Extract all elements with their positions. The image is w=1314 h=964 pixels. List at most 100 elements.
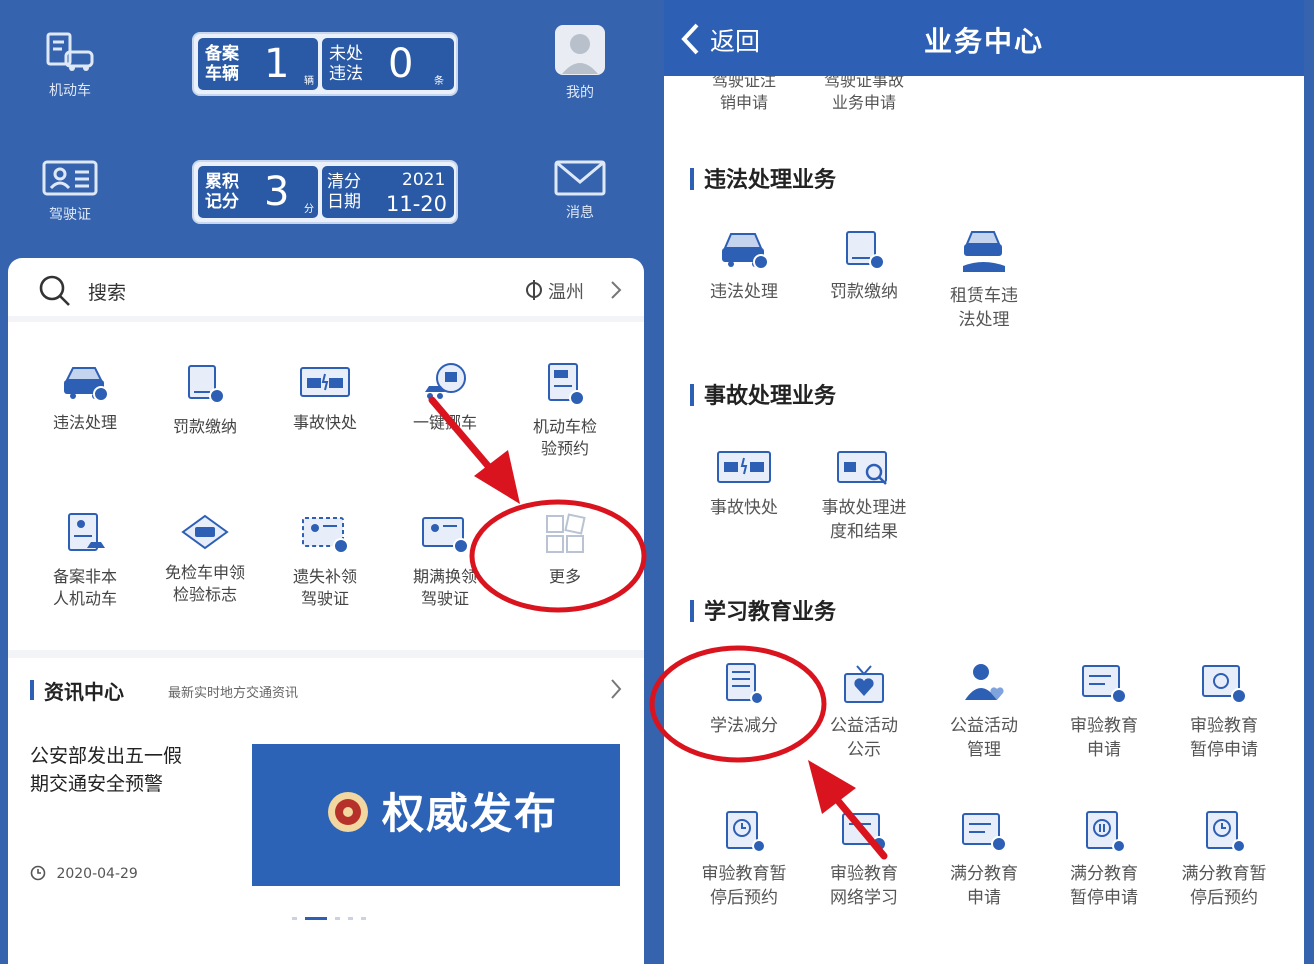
register-vehicle-icon — [68, 513, 105, 551]
service-accident-progress[interactable]: 事故处理进 度和结果 — [804, 448, 924, 544]
grid-item-lost-license[interactable]: 遗失补领 驾驶证 — [270, 512, 380, 610]
carousel-dot — [361, 917, 366, 920]
grid-item-fine-payment[interactable]: 罚款缴纳 — [150, 362, 260, 438]
clear-date-label: 清分日期 — [327, 172, 361, 212]
section-title-violation: 违法处理业务 — [690, 162, 836, 194]
city-selector[interactable]: 温州 — [548, 278, 584, 304]
police-emblem-icon — [328, 792, 368, 832]
car-icon — [64, 367, 109, 402]
clear-date-year: 2021 — [402, 170, 446, 190]
section-bar — [690, 384, 694, 406]
section-bar — [690, 600, 694, 622]
service-public-welfare-manage[interactable]: 公益活动 管理 — [924, 662, 1044, 762]
grid-label-2: 罚款缴纳 — [172, 417, 237, 436]
pending-violations-unit: 条 — [434, 76, 444, 87]
service-review-education-apply[interactable]: 审验教育 申请 — [1044, 662, 1164, 762]
grid-item-renew-license[interactable]: 期满换领 驾驶证 — [390, 512, 500, 610]
grid-item-move-car[interactable]: 一键挪车 — [390, 362, 500, 434]
license-entry[interactable]: 驾驶证 — [30, 160, 110, 224]
accident-search-icon — [837, 451, 887, 485]
service-review-online-study[interactable]: 审验教育 网络学习 — [804, 810, 924, 910]
news-banner[interactable]: 权威发布 — [252, 744, 620, 886]
chevron-right-icon[interactable] — [610, 280, 622, 300]
service-study-reduce-points[interactable]: 学法减分 — [684, 662, 804, 738]
search-icon — [39, 275, 70, 306]
grid-item-register-vehicle[interactable]: 备案非本 人机动车 — [30, 512, 140, 610]
clear-date-day: 11-20 — [386, 192, 448, 216]
news-headline-line2: 期交通安全预警 — [30, 773, 164, 795]
grid-item-inspection-booking[interactable]: 机动车检 验预约 — [510, 362, 620, 460]
service-full-score-education-apply[interactable]: 满分教育 申请 — [924, 810, 1044, 910]
online-study-icon — [842, 813, 887, 852]
service-fine-payment[interactable]: 罚款缴纳 — [804, 228, 924, 304]
registered-vehicles-unit: 辆 — [304, 76, 314, 87]
plate-segment-violations: 未处违法 0 条 — [322, 38, 454, 90]
grid-item-exempt-sticker[interactable]: 免检车申领 检验标志 — [150, 512, 260, 606]
section-title-accident: 事故处理业务 — [690, 378, 836, 410]
service-public-welfare-notice[interactable]: 公益活动 公示 — [804, 662, 924, 762]
news-title: 资讯中心 — [44, 680, 124, 704]
service-review-education-suspend[interactable]: 审验教育 暂停申请 — [1164, 662, 1284, 762]
service-label-2: 网络学习 — [830, 888, 898, 908]
review-pause-icon — [1202, 665, 1247, 704]
grid-label-9: 期满换领 — [412, 567, 477, 586]
chevron-right-icon[interactable] — [610, 678, 622, 700]
vehicle-entry[interactable]: 机动车 — [30, 30, 110, 100]
service-label: 事故快处 — [710, 498, 778, 518]
grid-item-more[interactable]: 更多 — [510, 512, 620, 588]
service-full-score-education-suspend[interactable]: 满分教育 暂停申请 — [1044, 810, 1164, 910]
service-full-score-after-suspend-booking[interactable]: 满分教育暂 停后预约 — [1164, 810, 1284, 910]
service-label: 满分教育暂 — [1181, 864, 1267, 884]
grid-label-1: 违法处理 — [52, 413, 117, 432]
renew-license-icon — [422, 517, 469, 554]
message-label: 消息 — [566, 205, 594, 221]
accumulated-points-unit: 分 — [304, 204, 314, 215]
news-header[interactable]: 资讯中心 最新实时地方交通资讯 — [30, 676, 630, 706]
grid-item-accident-quick[interactable]: 事故快处 — [270, 362, 380, 434]
cut-item-1-line2: 销申请 — [719, 93, 768, 112]
points-stats-plate[interactable]: 累积记分 3 分 清分日期 2021 11-20 — [192, 160, 458, 224]
section-title-text: 事故处理业务 — [704, 384, 837, 409]
grid-label-7: 免检车申领 — [164, 563, 245, 582]
service-review-after-suspend-booking[interactable]: 审验教育暂 停后预约 — [684, 810, 804, 910]
fine-document-icon — [846, 231, 885, 270]
envelope-icon — [554, 160, 606, 196]
message-entry[interactable]: 消息 — [540, 160, 620, 222]
person-heart-icon — [965, 664, 1004, 700]
service-label-2: 管理 — [967, 740, 1001, 760]
cut-item-1[interactable]: 驾驶证注 销申请 — [684, 70, 804, 114]
exempt-badge-icon — [181, 514, 229, 550]
carousel-indicator[interactable] — [288, 908, 370, 927]
service-accident-quick[interactable]: 事故快处 — [684, 448, 804, 520]
car-document-icon — [46, 32, 94, 71]
search-bar[interactable]: 搜索 温州 — [8, 258, 644, 322]
heart-box-icon — [844, 665, 884, 703]
vehicle-stats-plate[interactable]: 备案车辆 1 辆 未处违法 0 条 — [192, 32, 458, 96]
news-headline[interactable]: 公安部发出五一假 期交通安全预警 — [30, 742, 230, 798]
cut-item-2[interactable]: 驾驶证事故 业务申请 — [804, 70, 924, 114]
grid-label-8b: 驾驶证 — [300, 589, 349, 608]
banner-text: 权威发布 — [382, 789, 559, 838]
pending-violations-label: 未处违法 — [329, 44, 363, 84]
carousel-dot — [292, 917, 297, 920]
service-label-2: 停后预约 — [710, 888, 778, 908]
grid-item-violation[interactable]: 违法处理 — [30, 362, 140, 434]
news-headline-line1: 公安部发出五一假 — [30, 745, 183, 767]
top-nav-bar: 返回 业务中心 — [664, 0, 1304, 76]
avatar-icon — [555, 25, 605, 75]
license-label: 驾驶证 — [49, 207, 91, 223]
search-input[interactable]: 搜索 — [88, 278, 126, 305]
service-violation-handling[interactable]: 违法处理 — [684, 228, 804, 304]
cut-item-2-line2: 业务申请 — [831, 93, 896, 112]
grid-label-10: 更多 — [548, 567, 581, 586]
mine-label: 我的 — [566, 85, 594, 101]
registered-vehicles-label: 备案车辆 — [205, 44, 239, 84]
news-subtitle: 最新实时地方交通资讯 — [168, 686, 299, 701]
mine-entry[interactable]: 我的 — [540, 24, 620, 102]
grid-label-4: 一键挪车 — [412, 413, 477, 432]
service-label-2: 公示 — [847, 740, 881, 760]
grid-label-8: 遗失补领 — [292, 567, 357, 586]
more-grid-icon — [546, 513, 586, 553]
service-rental-violation[interactable]: 租赁车违 法处理 — [924, 228, 1044, 332]
score-document-icon — [962, 813, 1007, 852]
